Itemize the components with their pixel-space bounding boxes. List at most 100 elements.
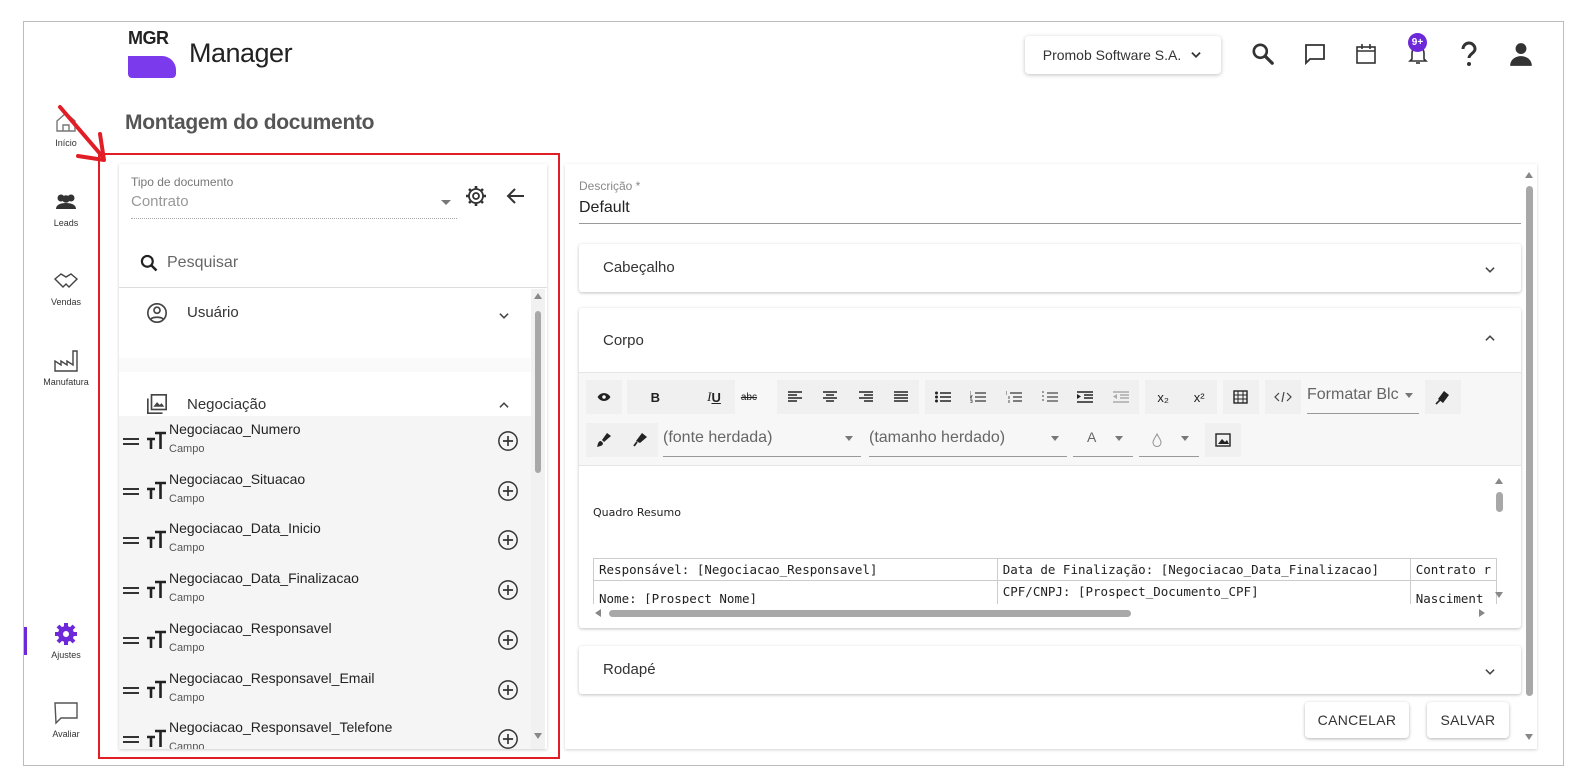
eraser-icon — [1435, 391, 1449, 405]
table-cell[interactable]: Data de Finalização: [Negociacao_Data_Fi… — [996, 558, 1411, 581]
font-family-value: (fonte herdada) — [663, 429, 773, 446]
calendar-icon — [1356, 44, 1376, 64]
nav-vendas[interactable]: Vendas — [34, 269, 98, 307]
multilevel-list-icon[interactable] — [1006, 391, 1023, 403]
scroll-up-arrow[interactable] — [1525, 172, 1533, 178]
chevron-down-icon — [1191, 52, 1201, 58]
font-color-value: A — [1087, 429, 1097, 445]
preview-button[interactable] — [586, 380, 622, 414]
scroll-thumb[interactable] — [1496, 492, 1503, 512]
caret-down-icon — [1115, 436, 1123, 441]
help-button[interactable] — [1455, 40, 1483, 68]
chevron-up-icon[interactable] — [1483, 331, 1497, 345]
form-scrollbar[interactable] — [1523, 164, 1535, 749]
script-group: x₂ x² — [1145, 380, 1217, 414]
source-code-button[interactable] — [1265, 380, 1301, 414]
color-drop-icon — [1152, 433, 1162, 447]
font-color-select[interactable]: A — [1073, 423, 1133, 457]
editor-h-scrollbar[interactable] — [593, 607, 1489, 619]
insert-image-button[interactable] — [1205, 423, 1241, 457]
caret-down-icon — [1051, 436, 1059, 441]
nav-label: Manufatura — [43, 377, 89, 387]
scroll-up-arrow[interactable] — [1495, 478, 1503, 484]
insert-table-button[interactable] — [1223, 380, 1259, 414]
brush-icon[interactable] — [596, 432, 612, 448]
section-title: Rodapé — [603, 661, 656, 678]
scroll-down-arrow[interactable] — [1525, 734, 1533, 740]
descricao-input[interactable]: Default — [579, 199, 630, 217]
notifications-badge: 9+ — [1408, 33, 1427, 52]
eye-icon — [597, 393, 611, 401]
align-center-icon[interactable] — [823, 391, 838, 403]
outdent-icon[interactable] — [1113, 391, 1130, 403]
section-rodape[interactable]: Rodapé — [579, 646, 1521, 694]
image-icon — [1215, 433, 1231, 447]
app-logo[interactable]: MGR — [128, 28, 176, 78]
scroll-down-arrow[interactable] — [1495, 592, 1503, 598]
ordered-list-icon[interactable] — [1041, 391, 1058, 403]
table-cell[interactable]: Responsável: [Negociacao_Responsavel] — [593, 558, 998, 581]
scroll-thumb[interactable] — [1526, 186, 1533, 696]
save-button[interactable]: SALVAR — [1427, 702, 1509, 738]
scroll-left-arrow[interactable] — [595, 609, 601, 617]
section-cabecalho[interactable]: Cabeçalho — [579, 244, 1521, 292]
company-name: Promob Software S.A. — [1042, 47, 1182, 63]
background-color-select[interactable] — [1139, 423, 1199, 457]
numbered-list-icon[interactable] — [970, 391, 987, 403]
section-title: Corpo — [603, 332, 644, 349]
calendar-button[interactable] — [1352, 40, 1380, 68]
app-title: Manager — [189, 38, 293, 68]
table-row: Nome: [Prospect_Nome] CPF/CNPJ: [Prospec… — [593, 580, 1497, 604]
feedback-icon — [54, 702, 78, 725]
format-paint-icon[interactable] — [632, 432, 648, 448]
editor-area[interactable]: Quadro Resumo Responsável: [Negociacao_R… — [579, 466, 1521, 628]
font-family-select[interactable]: (fonte herdada) — [663, 423, 861, 457]
nav-label: Ajustes — [51, 650, 81, 660]
section-corpo: Corpo B I U abc x₂ x² Formatar Blc (font… — [579, 308, 1521, 628]
strikethrough-button[interactable]: abc — [741, 392, 757, 403]
font-size-select[interactable]: (tamanho herdado) — [869, 423, 1067, 457]
scroll-right-arrow[interactable] — [1479, 609, 1485, 617]
table-cell[interactable]: Nasciment — [1409, 580, 1497, 604]
editor-v-scrollbar[interactable] — [1493, 476, 1505, 604]
align-justify-icon[interactable] — [894, 391, 909, 403]
editor-heading: Quadro Resumo — [593, 506, 681, 519]
align-right-icon[interactable] — [858, 391, 873, 403]
nav-manufatura[interactable]: Manufatura — [34, 349, 98, 387]
format-block-select[interactable]: Formatar Blc — [1307, 380, 1419, 414]
company-selector[interactable]: Promob Software S.A. — [1025, 36, 1221, 74]
table-cell[interactable]: Contrato r — [1409, 558, 1497, 581]
subscript-button[interactable]: x₂ — [1157, 390, 1169, 405]
superscript-button[interactable]: x² — [1194, 390, 1205, 405]
clear-format-button[interactable] — [1425, 380, 1461, 414]
cancel-button[interactable]: CANCELAR — [1305, 702, 1409, 738]
table-cell[interactable]: Nome: [Prospect_Nome] — [593, 580, 998, 604]
paint-group — [586, 423, 658, 457]
nav-ajustes[interactable]: Ajustes — [34, 622, 98, 660]
caret-down-icon — [845, 436, 853, 441]
group-icon — [56, 194, 76, 209]
nav-avaliar[interactable]: Avaliar — [34, 701, 98, 739]
format-block-value: Formatar Blc — [1307, 386, 1399, 403]
profile-button[interactable] — [1507, 40, 1535, 68]
app-window: MGR Manager Promob Software S.A. 9+ Iníc… — [23, 21, 1564, 766]
align-left-icon[interactable] — [787, 391, 802, 403]
scroll-thumb[interactable] — [609, 610, 1131, 617]
chat-icon — [1305, 44, 1325, 66]
logo-text: MGR — [128, 28, 169, 48]
editor-table: Responsável: [Negociacao_Responsavel] Da… — [593, 558, 1497, 604]
caret-down-icon — [1181, 436, 1189, 441]
page-title: Montagem do documento — [125, 111, 375, 134]
caret-down-icon — [1405, 393, 1413, 398]
chat-button[interactable] — [1301, 40, 1329, 68]
align-group — [777, 380, 919, 414]
help-icon — [1461, 41, 1477, 66]
underline-button[interactable]: U — [711, 390, 720, 405]
nav-leads[interactable]: Leads — [34, 190, 98, 228]
handshake-icon — [53, 273, 79, 288]
nav-label: Vendas — [50, 297, 82, 307]
bullet-list-icon[interactable] — [934, 391, 951, 403]
search-button[interactable] — [1249, 40, 1277, 68]
indent-icon[interactable] — [1077, 391, 1094, 403]
table-cell[interactable]: CPF/CNPJ: [Prospect_Documento_CPF] — [996, 580, 1411, 604]
